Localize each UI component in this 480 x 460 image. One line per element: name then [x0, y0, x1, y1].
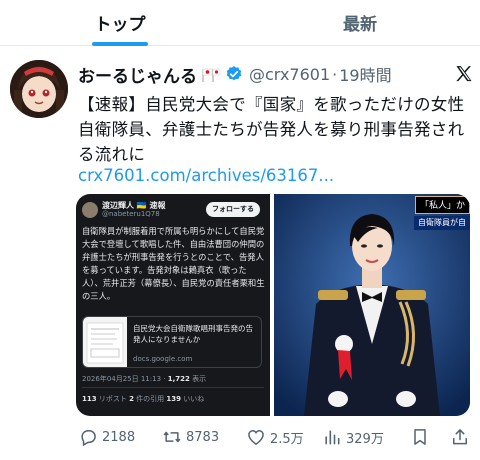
reply-count: 2188: [102, 429, 136, 445]
views-icon: [325, 430, 340, 445]
share-icon: [453, 429, 467, 445]
timestamp[interactable]: 19時間: [339, 62, 391, 86]
retweet-count: 8783: [186, 429, 220, 445]
news-photo[interactable]: 「私人」か 自衛隊員が自: [274, 194, 470, 416]
embedded-avatar: [82, 202, 98, 218]
tweet-header: おーるじゃんる @crx7601 · 19時間: [78, 62, 473, 87]
x-logo-icon: [454, 64, 474, 84]
news-caption-bottom: 自衛隊員が自: [414, 216, 470, 230]
like-count: 2.5万: [270, 431, 304, 447]
embedded-divider: [82, 387, 264, 388]
embedded-quote-label: 件の引用: [133, 395, 167, 403]
japan-flag-icon: [201, 67, 221, 82]
embedded-date: 2026年04月25日 11:13 ·: [82, 375, 168, 383]
embedded-views-count: 1,722: [167, 375, 190, 383]
embedded-post-text: 自衛隊員が制服着用で所属も明らかにして自民党大会で登壇して歌唱した件、自由法曹団…: [82, 226, 265, 301]
embedded-post-header: 渡辺輝人 🇺🇦 速報 @nabeteru1Q78 フォローする: [82, 200, 264, 222]
avatar[interactable]: [10, 60, 68, 118]
like-button[interactable]: 2.5万: [246, 427, 304, 447]
handle[interactable]: @crx7601: [249, 65, 330, 84]
media-grid: 渡辺輝人 🇺🇦 速報 @nabeteru1Q78 フォローする 自衛隊員が制服着…: [76, 194, 470, 416]
tweet-actions: 2188 8783 2.5万 329万: [78, 424, 470, 450]
reply-icon: [81, 430, 96, 447]
embedded-retweet-count: 113: [82, 395, 97, 403]
bookmark-icon: [414, 429, 426, 445]
reply-button[interactable]: 2188: [78, 427, 135, 447]
link-card-thumbnail: [83, 317, 127, 367]
embedded-like-count: 139: [166, 395, 182, 403]
display-name[interactable]: おーるじゃんる: [78, 62, 197, 87]
timeline-tabs: トップ 最新: [0, 0, 480, 46]
tab-latest-label: 最新: [343, 15, 377, 35]
retweet-icon: [163, 431, 181, 443]
news-caption-top: 「私人」か: [414, 196, 470, 214]
like-icon: [248, 429, 264, 445]
tweet-text: 【速報】自民党大会で『国家』を歌っただけの女性自衛隊員、弁護士たちが告発人を募り…: [78, 95, 465, 164]
active-tab-indicator: [92, 42, 148, 46]
share-button[interactable]: [450, 427, 474, 447]
embedded-link-card: 自民党大会自衛隊歌唱刑事告発の告発人になりませんか docs.google.co…: [82, 316, 262, 368]
avatar-illustration: [10, 60, 68, 118]
embedded-views-label: 表示: [189, 375, 207, 383]
views-button[interactable]: 329万: [322, 427, 384, 447]
tab-top-label: トップ: [94, 15, 146, 35]
news-caption: 「私人」か 自衛隊員が自: [400, 196, 470, 234]
embedded-like-label: いいね: [181, 395, 205, 403]
tab-latest[interactable]: 最新: [240, 0, 480, 45]
link-card-domain: docs.google.com: [133, 355, 193, 363]
tab-top[interactable]: トップ: [0, 0, 240, 46]
retweet-button[interactable]: 8783: [162, 427, 219, 447]
tweet-link[interactable]: crx7601.com/archives/63167...: [78, 166, 334, 185]
verified-badge-icon: [225, 65, 243, 83]
link-card-title: 自民党大会自衛隊歌唱刑事告発の告発人になりませんか: [133, 324, 253, 344]
bookmark-button[interactable]: [410, 427, 434, 447]
embedded-retweet-label: リポスト: [96, 395, 130, 403]
separator-dot: ·: [332, 64, 338, 84]
views-count: 329万: [346, 431, 384, 447]
embedded-post-stats: 113 リポスト 2 件の引用 139 いいね: [82, 394, 204, 404]
embedded-follow-button: フォローする: [206, 202, 260, 217]
embedded-post-meta: 2026年04月25日 11:13 · 1,722 表示: [82, 374, 206, 384]
embedded-post-screenshot[interactable]: 渡辺輝人 🇺🇦 速報 @nabeteru1Q78 フォローする 自衛隊員が制服着…: [76, 194, 270, 416]
embedded-handle: @nabeteru1Q78: [102, 210, 160, 218]
